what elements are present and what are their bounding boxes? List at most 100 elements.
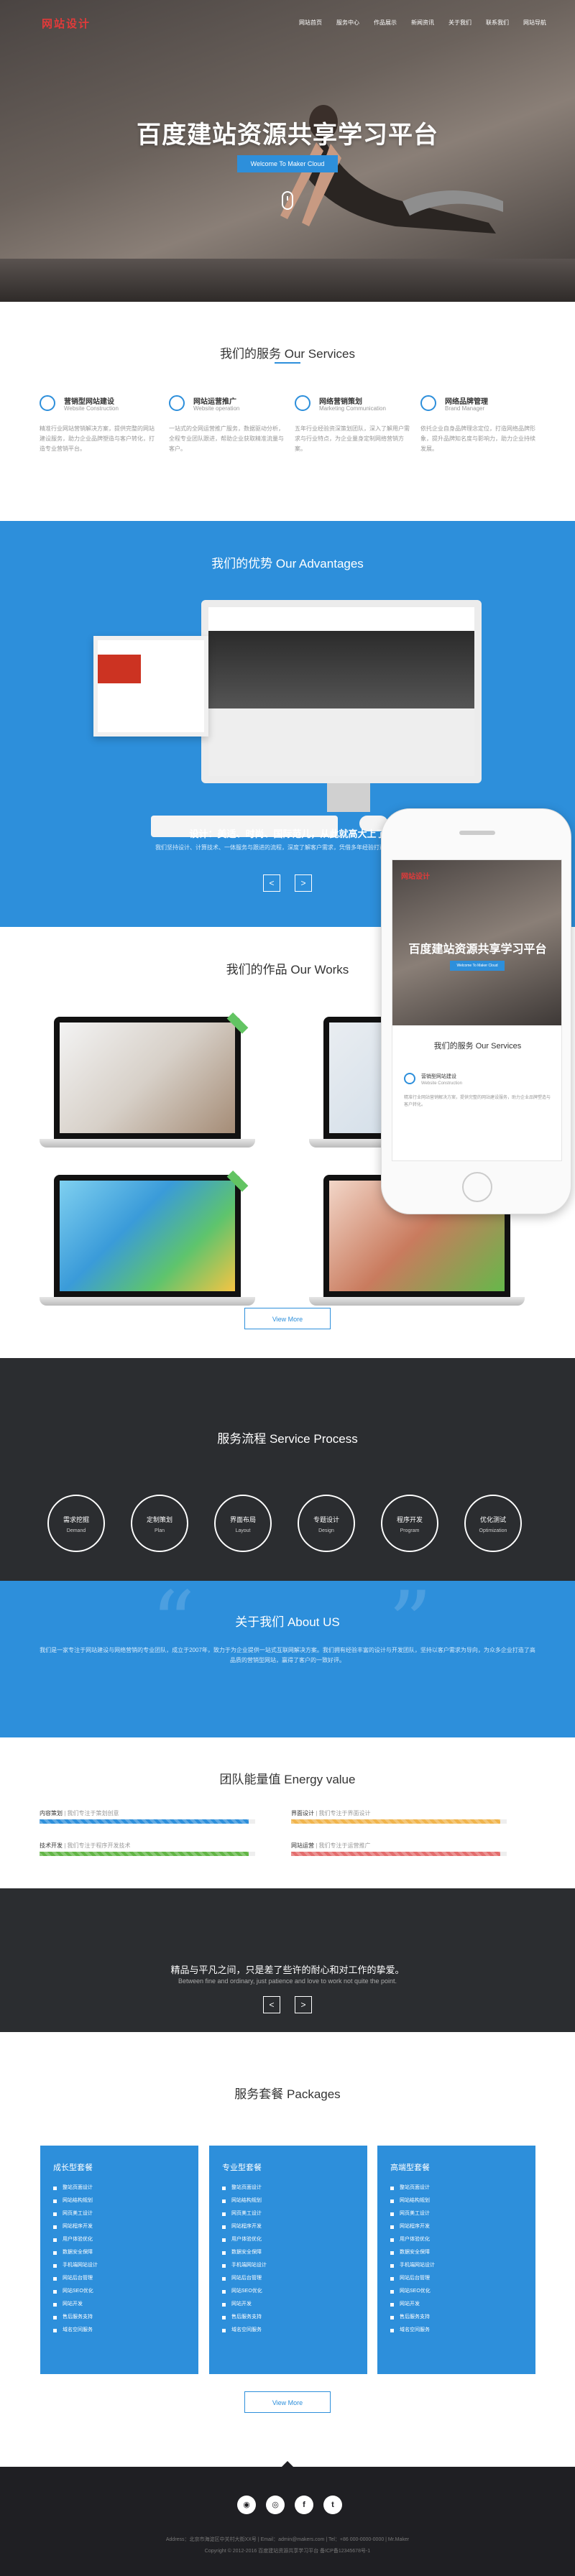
- step-subtitle: Demand: [66, 1528, 86, 1533]
- footer-notch: [282, 2461, 293, 2467]
- menu-item[interactable]: 服务中心: [336, 19, 359, 27]
- package-feature: 售后服务支持: [222, 2311, 354, 2324]
- section-title: 我们的优势 Our Advantages: [211, 557, 364, 571]
- service-subtitle: Brand Manager: [445, 405, 485, 412]
- package-card[interactable]: 专业型套餐 整站页面设计 网站结构规划 网页美工设计 网站程序开发 用户体验优化…: [209, 2146, 367, 2374]
- title-underline: [275, 362, 300, 364]
- package-name: 成长型套餐: [53, 2164, 93, 2172]
- bar-fill: [40, 1852, 249, 1856]
- section-title: 关于我们 About US: [235, 1615, 340, 1629]
- package-card[interactable]: 高端型套餐 整站页面设计 网站结构规划 网页美工设计 网站程序开发 用户体验优化…: [377, 2146, 535, 2374]
- package-card[interactable]: 成长型套餐 整站页面设计 网站结构规划 网页美工设计 网站程序开发 用户体验优化…: [40, 2146, 198, 2374]
- twitter-icon[interactable]: t: [323, 2496, 342, 2514]
- packages-view-more-button[interactable]: View More: [244, 2391, 331, 2413]
- phone-mockup: 网站设计 百度建站资源共享学习平台 Welcome To Maker Cloud…: [381, 808, 571, 1214]
- package-feature: 整站页面设计: [53, 2182, 185, 2194]
- package-feature: 售后服务支持: [53, 2311, 185, 2324]
- phone-service-subtitle: Website Construction: [421, 1081, 462, 1086]
- bar-label: 技术开发: [40, 1842, 63, 1849]
- step-title: 界面布局: [229, 1516, 256, 1523]
- next-arrow-icon[interactable]: >: [295, 874, 312, 892]
- logo[interactable]: 网站设计: [42, 16, 91, 31]
- phone-hero-button: Welcome To Maker Cloud: [450, 961, 505, 971]
- works-view-more-button[interactable]: View More: [244, 1308, 331, 1329]
- top-nav: 网站设计 网站首页 服务中心 作品展示 新闻资讯 关于我们 联系我们 网站导航: [0, 0, 575, 45]
- section-title: 我们的服务 Our Services: [220, 347, 355, 361]
- menu-item[interactable]: 作品展示: [374, 19, 397, 27]
- energy-bar: 技术开发 | 我们专注于程序开发技术: [40, 1842, 255, 1860]
- bar-fill: [291, 1819, 500, 1824]
- process-step[interactable]: 需求挖掘 Demand: [47, 1495, 105, 1552]
- package-feature: 网站结构规划: [222, 2194, 354, 2207]
- hero-welcome-button[interactable]: Welcome To Maker Cloud: [237, 155, 338, 172]
- service-title: 网络营销策划: [319, 398, 362, 406]
- quote-english: Between fine and ordinary, just patience…: [178, 1977, 397, 1985]
- package-feature: 域名空间服务: [222, 2324, 354, 2337]
- package-feature: 网站SEO优化: [222, 2285, 354, 2298]
- menu-item[interactable]: 联系我们: [486, 19, 509, 27]
- work-item[interactable]: [40, 1170, 255, 1311]
- step-title: 专题设计: [313, 1516, 339, 1523]
- package-feature: 网站SEO优化: [390, 2285, 523, 2298]
- facebook-icon[interactable]: f: [295, 2496, 313, 2514]
- process-step[interactable]: 专题设计 Design: [298, 1495, 355, 1552]
- section-title: 服务流程 Service Process: [217, 1432, 358, 1446]
- package-feature: 数据安全保障: [53, 2246, 185, 2259]
- footer: ◉ ◎ f t Address：北京市海淀区中关村大街XX号 | Email：a…: [0, 2461, 575, 2576]
- step-subtitle: Layout: [235, 1528, 251, 1533]
- package-feature: 整站页面设计: [390, 2182, 523, 2194]
- package-feature: 数据安全保障: [390, 2246, 523, 2259]
- energy-bar: 网站运营 | 我们专注于运营推广: [291, 1842, 507, 1860]
- bar-label: 网站运营: [291, 1842, 314, 1849]
- process-step[interactable]: 程序开发 Program: [381, 1495, 438, 1552]
- process-step[interactable]: 定制策划 Plan: [131, 1495, 188, 1552]
- service-subtitle: Website operation: [193, 405, 240, 412]
- about-section: “ ” 关于我们 About US 我们是一家专注于网站建设与网络营销的专业团队…: [0, 1581, 575, 1737]
- menu-item[interactable]: 网站首页: [299, 19, 322, 27]
- energy-section: 团队能量值 Energy value 内容策划 | 我们专注于策划创意 界面设计…: [0, 1737, 575, 1888]
- phone-speaker: [459, 831, 495, 835]
- phone-service-desc: 精准行业网站营销解决方案，提供完整的网站建设服务，助力企业品牌塑造与客户转化。: [404, 1096, 551, 1107]
- menu-item[interactable]: 网站导航: [523, 19, 546, 27]
- bar-note: | 我们专注于界面设计: [316, 1810, 371, 1816]
- step-subtitle: Program: [400, 1528, 420, 1533]
- package-feature: 用户体验优化: [53, 2233, 185, 2246]
- menu-item[interactable]: 新闻资讯: [411, 19, 434, 27]
- package-feature: 网站后台管理: [53, 2272, 185, 2285]
- package-feature: 域名空间服务: [390, 2324, 523, 2337]
- menu-item[interactable]: 关于我们: [448, 19, 472, 27]
- service-desc: 精准行业网站营销解决方案，提供完整的网站建设服务，助力企业品牌塑造与客户转化，打…: [40, 425, 155, 452]
- section-title: 团队能量值 Energy value: [219, 1773, 356, 1786]
- service-title: 网络品牌管理: [445, 398, 488, 406]
- section-title: 服务套餐 Packages: [234, 2087, 341, 2101]
- chart-icon: [169, 395, 185, 411]
- phone-home-button: [462, 1172, 492, 1202]
- package-feature: 网页美工设计: [53, 2207, 185, 2220]
- package-feature: 网页美工设计: [222, 2207, 354, 2220]
- package-feature: 网站SEO优化: [53, 2285, 185, 2298]
- bar-fill: [40, 1819, 249, 1824]
- bar-label: 界面设计: [291, 1810, 314, 1816]
- package-feature: 网站开发: [222, 2298, 354, 2311]
- scroll-mouse-icon[interactable]: [282, 191, 293, 210]
- about-desc: 我们是一家专注于网站建设与网络营销的专业团队，成立于2007年，致力于为企业提供…: [40, 1647, 535, 1663]
- package-feature: 数据安全保障: [222, 2246, 354, 2259]
- process-step[interactable]: 优化测试 Optimization: [464, 1495, 522, 1552]
- service-title: 网站运营推广: [193, 398, 236, 406]
- work-item[interactable]: [40, 1012, 255, 1153]
- prev-arrow-icon[interactable]: <: [263, 1996, 280, 2013]
- package-feature: 网站后台管理: [390, 2272, 523, 2285]
- quote-section: 精品与平凡之间，只是差了些许的耐心和对工作的挚爱。 Between fine a…: [0, 1888, 575, 2032]
- next-arrow-icon[interactable]: >: [295, 1996, 312, 2013]
- step-title: 定制策划: [146, 1516, 172, 1523]
- phone-section-title: 我们的服务 Our Services: [433, 1042, 522, 1051]
- package-feature: 售后服务支持: [390, 2311, 523, 2324]
- wechat-icon[interactable]: ◎: [266, 2496, 285, 2514]
- process-step[interactable]: 界面布局 Layout: [214, 1495, 272, 1552]
- phone-logo: 网站设计: [401, 873, 430, 881]
- hero-yoga-figure-image: [280, 105, 503, 234]
- bar-note: | 我们专注于策划创意: [64, 1810, 119, 1816]
- prev-arrow-icon[interactable]: <: [263, 874, 280, 892]
- qq-icon[interactable]: ◉: [237, 2496, 256, 2514]
- package-feature: 用户体验优化: [390, 2233, 523, 2246]
